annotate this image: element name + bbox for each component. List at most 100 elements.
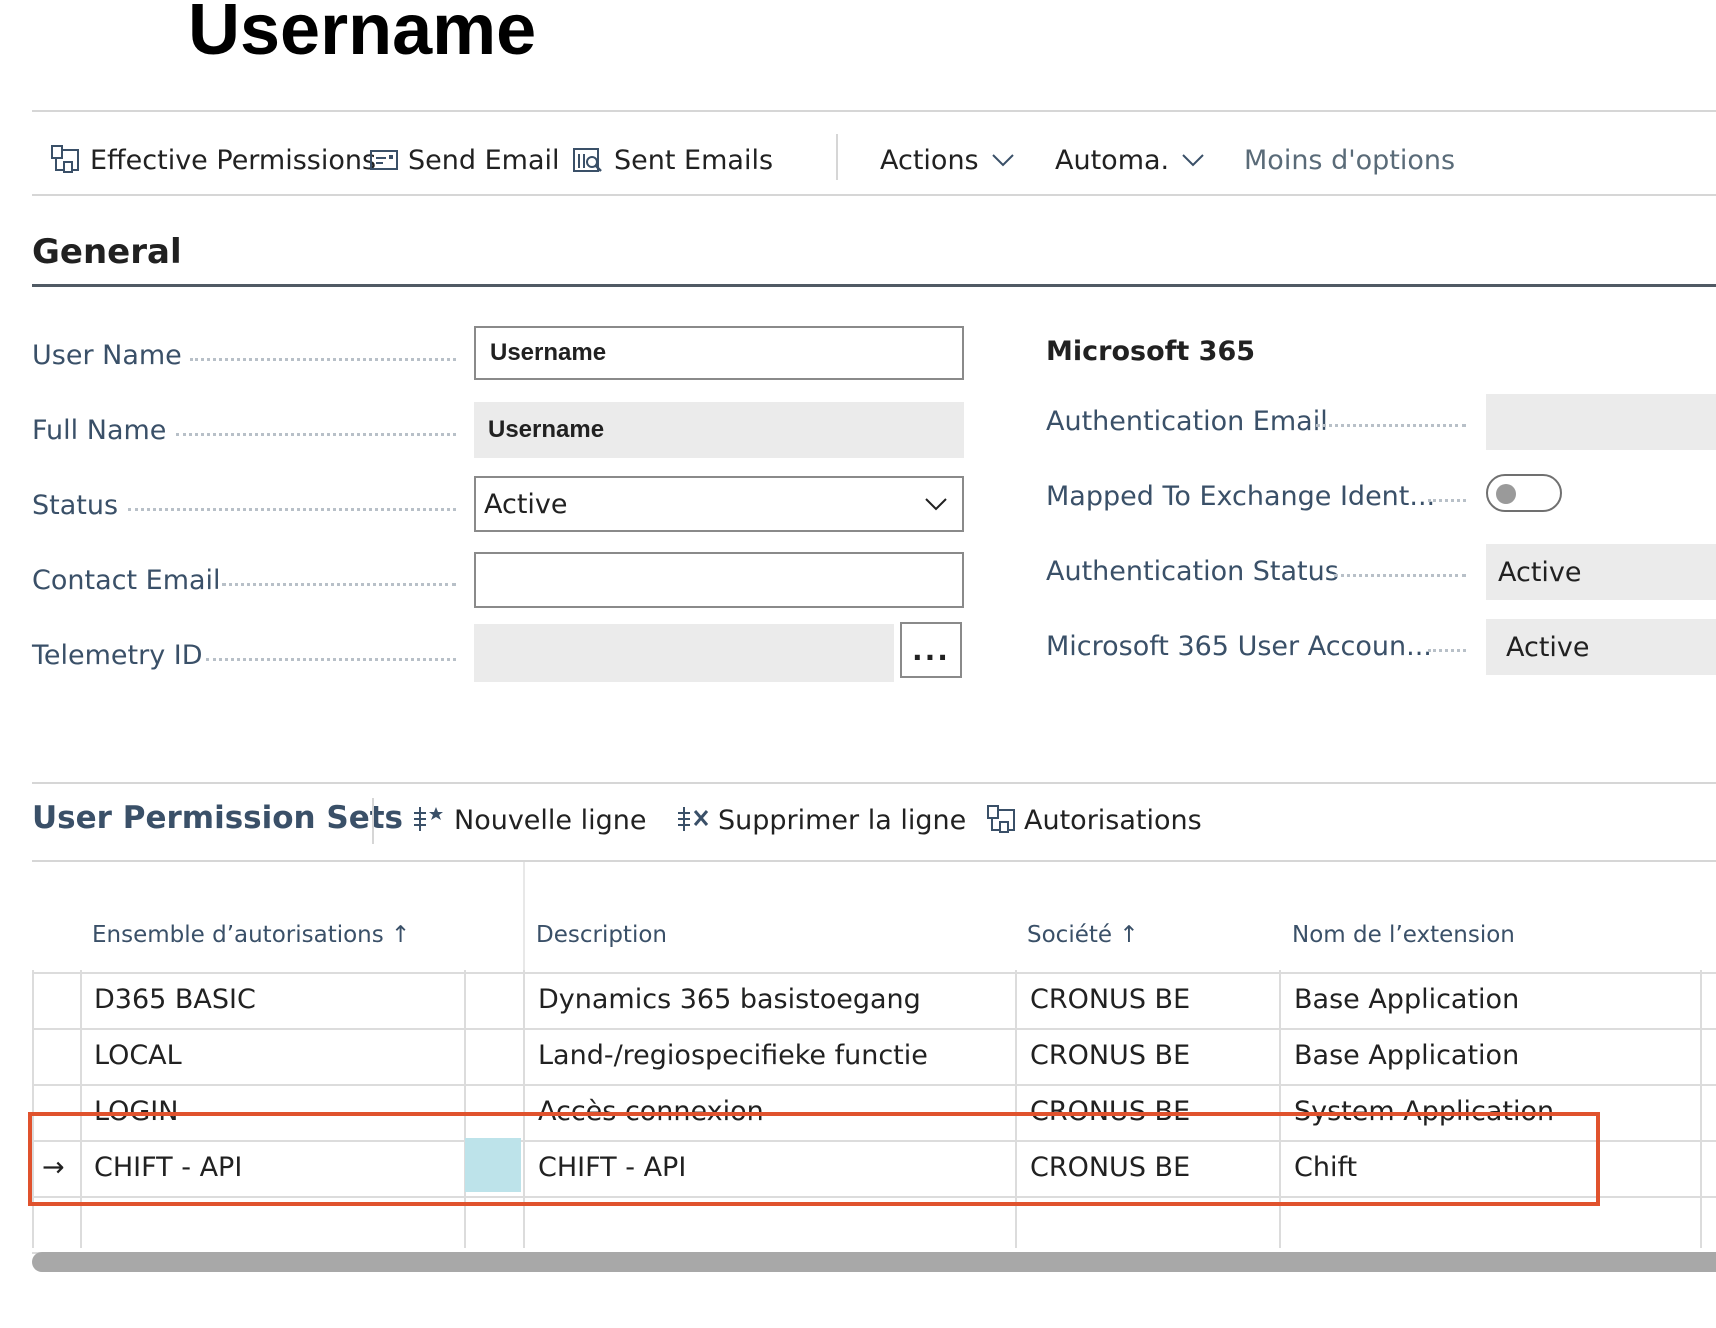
less-options-label: Moins d'options xyxy=(1244,144,1456,176)
permissions-icon xyxy=(51,145,79,173)
leader-dots xyxy=(1428,497,1466,502)
leader-dots xyxy=(1334,572,1466,577)
grid-line xyxy=(80,970,82,1248)
cell-set[interactable]: D365 BASIC xyxy=(94,984,256,1015)
mapped-exchange-toggle[interactable] xyxy=(1486,474,1562,512)
send-email-label: Send Email xyxy=(408,144,560,176)
grid-line xyxy=(1700,970,1702,1248)
automate-label: Automa. xyxy=(1055,144,1170,176)
sent-emails-label: Sent Emails xyxy=(614,144,774,176)
cell-extension[interactable]: Base Application xyxy=(1294,984,1519,1015)
column-separator xyxy=(523,862,525,970)
less-options-button[interactable]: Moins d'options xyxy=(1244,140,1455,180)
toolbar-separator xyxy=(372,798,374,844)
horizontal-scrollbar[interactable] xyxy=(32,1252,1716,1272)
permissions-label: Autorisations xyxy=(1024,804,1202,836)
mapped-exchange-label: Mapped To Exchange Ident... xyxy=(1046,481,1436,512)
delete-line-label: Supprimer la ligne xyxy=(718,804,967,836)
column-header-company-label: Société xyxy=(1027,922,1113,948)
cell-company[interactable]: CRONUS BE xyxy=(1030,984,1190,1015)
grid-line xyxy=(1279,970,1281,1248)
effective-permissions-label: Effective Permissions xyxy=(90,144,377,176)
leader-dots xyxy=(1316,422,1466,427)
grid-line xyxy=(464,970,466,1248)
full-name-label: Full Name xyxy=(32,415,167,446)
leader-dots xyxy=(206,656,456,661)
grid-line xyxy=(32,972,1716,974)
permissions-button[interactable]: Autorisations xyxy=(986,800,1202,840)
auth-email-label: Authentication Email xyxy=(1046,406,1328,437)
new-line-label: Nouvelle ligne xyxy=(454,804,647,836)
user-name-value: Username xyxy=(490,339,607,366)
grid-line xyxy=(32,970,34,1248)
leader-dots xyxy=(222,581,456,586)
contact-email-label: Contact Email xyxy=(32,565,221,596)
permission-sets-title[interactable]: User Permission Sets xyxy=(32,800,403,836)
automate-menu[interactable]: Automa. xyxy=(1055,140,1215,180)
divider xyxy=(32,194,1716,196)
send-email-button[interactable]: Send Email xyxy=(370,140,560,180)
chevron-down-icon xyxy=(1182,154,1204,167)
column-header-extension-label: Nom de l’extension xyxy=(1292,922,1515,948)
contact-email-field[interactable] xyxy=(474,552,964,608)
sort-ascending-icon: ↑ xyxy=(1119,922,1139,948)
auth-status-field: Active xyxy=(1486,544,1716,600)
user-name-label: User Name xyxy=(32,340,182,371)
permissions-icon xyxy=(987,805,1015,833)
divider xyxy=(32,782,1716,784)
ellipsis-icon: ... xyxy=(912,633,950,667)
cell-company[interactable]: CRONUS BE xyxy=(1030,1040,1190,1071)
microsoft365-group-title: Microsoft 365 xyxy=(1046,336,1256,367)
column-header-extension[interactable]: Nom de l’extension xyxy=(1292,922,1515,948)
actions-label: Actions xyxy=(880,144,979,176)
leader-dots xyxy=(176,431,456,436)
divider xyxy=(32,110,1716,112)
highlight-box xyxy=(28,1112,1600,1206)
telemetry-assist-button[interactable]: ... xyxy=(900,622,962,678)
auth-email-field[interactable] xyxy=(1486,394,1716,450)
new-line-button[interactable]: Nouvelle ligne xyxy=(412,800,646,840)
column-header-set[interactable]: Ensemble d’autorisations ↑ xyxy=(92,922,410,948)
page-title: Username xyxy=(188,0,537,70)
status-label: Status xyxy=(32,490,119,521)
column-header-company[interactable]: Société ↑ xyxy=(1027,922,1139,948)
m365-account-value: Active xyxy=(1506,631,1590,663)
grid-line xyxy=(523,970,525,1248)
user-name-field[interactable]: Username xyxy=(474,326,964,380)
actions-menu[interactable]: Actions xyxy=(880,140,1025,180)
auth-status-label: Authentication Status xyxy=(1046,556,1339,587)
grid-line xyxy=(1015,970,1017,1248)
sort-ascending-icon: ↑ xyxy=(391,922,411,948)
toolbar-separator xyxy=(836,134,838,180)
m365-account-label: Microsoft 365 User Accoun... xyxy=(1046,631,1432,662)
delete-line-icon xyxy=(678,807,709,831)
cell-description[interactable]: Dynamics 365 basistoegang xyxy=(538,984,921,1015)
full-name-field[interactable]: Username xyxy=(474,402,964,458)
chevron-down-icon xyxy=(925,498,947,511)
grid-line xyxy=(32,1028,1716,1030)
telemetry-id-label: Telemetry ID xyxy=(32,640,203,671)
cell-set[interactable]: LOCAL xyxy=(94,1040,182,1071)
chevron-down-icon xyxy=(991,154,1014,167)
new-line-icon xyxy=(414,807,443,831)
email-icon xyxy=(370,150,398,170)
cell-description[interactable]: Land-/regiospecifieke functie xyxy=(538,1040,928,1071)
auth-status-value: Active xyxy=(1498,556,1582,588)
sent-emails-button[interactable]: Sent Emails xyxy=(572,140,773,180)
full-name-value: Username xyxy=(488,416,605,443)
cell-extension[interactable]: Base Application xyxy=(1294,1040,1519,1071)
divider xyxy=(32,860,1716,862)
status-select[interactable]: Active xyxy=(474,476,964,532)
leader-dots xyxy=(1428,647,1466,652)
column-header-set-label: Ensemble d’autorisations xyxy=(92,922,384,948)
delete-line-button[interactable]: Supprimer la ligne xyxy=(676,800,966,840)
column-header-description-label: Description xyxy=(536,922,667,948)
column-header-description[interactable]: Description xyxy=(536,922,667,948)
sent-emails-icon xyxy=(573,148,602,172)
m365-account-field: Active xyxy=(1486,619,1716,675)
effective-permissions-button[interactable]: Effective Permissions xyxy=(50,140,376,180)
toggle-knob xyxy=(1496,484,1516,504)
status-value: Active xyxy=(484,488,568,520)
general-section-title[interactable]: General xyxy=(32,232,182,272)
telemetry-id-field[interactable] xyxy=(474,624,894,682)
